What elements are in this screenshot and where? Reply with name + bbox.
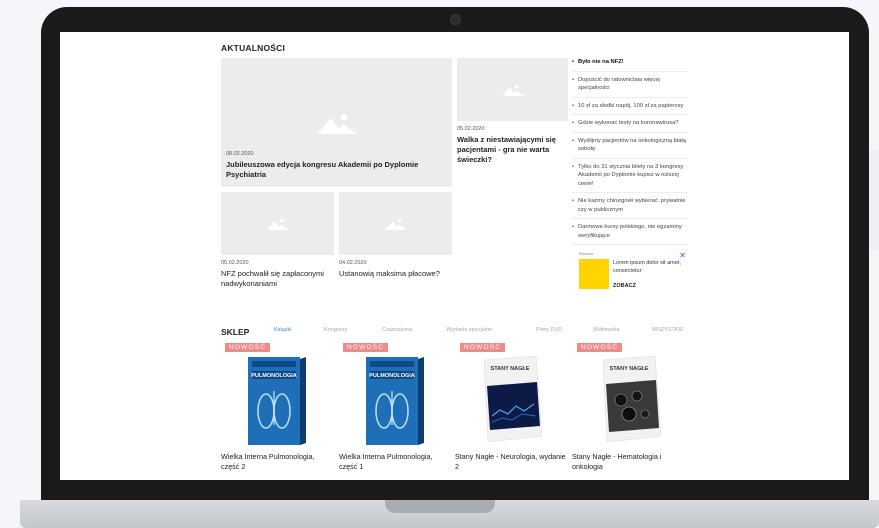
svg-text:PULMONOLOGIA: PULMONOLOGIA — [369, 373, 415, 379]
advertisement[interactable]: Reklama ✕ Lorem ipsum dolor sit amet, co… — [578, 250, 688, 292]
book-cover[interactable]: PULMONOLOGIA — [246, 353, 306, 447]
sidebar-news-item[interactable]: • Darmowe kursy polskiego, nie egzaminy w… — [572, 219, 688, 245]
shop-section-title: SKLEP — [221, 327, 250, 337]
article-image-2[interactable] — [457, 58, 568, 121]
ad-cta-button[interactable]: ZOBACZ — [613, 283, 636, 289]
laptop-screen: AKTUALNOŚCI 08.02.2020 Jubileuszowa edyc… — [60, 32, 849, 480]
article-headline[interactable]: Ustanowią maksima płacowe? — [339, 269, 452, 279]
image-placeholder-icon — [266, 218, 289, 230]
sidebar-news-item[interactable]: • Nie każmy chirurgowi wybierać: prywatni… — [572, 193, 688, 219]
book-cover[interactable]: PULMONOLOGIA — [364, 353, 424, 447]
article-date: 04.02.2020 — [339, 260, 367, 266]
laptop-notch — [385, 500, 495, 513]
article-image-1[interactable]: 08.02.2020 Jubileuszowa edycja kongresu … — [221, 58, 452, 187]
new-badge: NOWOŚĆ — [577, 343, 623, 352]
sidebar-news-item[interactable]: • Gdzie wykonać testy na koronawirusa? — [572, 115, 688, 133]
svg-text:PULMONOLOGIA: PULMONOLOGIA — [251, 373, 297, 379]
new-badge: NOWOŚĆ — [460, 343, 506, 352]
book-cover[interactable]: STANY NAGŁE — [599, 356, 661, 442]
book-cover[interactable]: STANY NAGŁE — [480, 356, 542, 442]
product-name[interactable]: Wielka Interna Pulmonologia, część 1 — [339, 452, 449, 472]
tab-journals[interactable]: Czasopisma — [382, 327, 412, 333]
article-date: 08.02.2020 — [226, 151, 254, 157]
product-name[interactable]: Wielka Interna Pulmonologia, część 2 — [221, 452, 331, 472]
sidebar-news-item[interactable]: • Dopuścić do ratownictwa więcej specjaln… — [572, 72, 688, 98]
sidebar-news-item[interactable]: • Tylko do 31 stycznia bilety na 3 kongre… — [572, 159, 688, 193]
tab-multimedia[interactable]: Multimedia — [593, 327, 620, 333]
article-image-3[interactable] — [221, 192, 334, 255]
sidebar-news-item[interactable]: • Było nie na NFZ! — [572, 54, 688, 72]
close-icon[interactable]: ✕ — [679, 251, 686, 260]
laptop-camera — [450, 14, 461, 25]
image-placeholder-icon — [384, 218, 407, 230]
ad-label: Reklama — [579, 252, 593, 256]
tab-dvd[interactable]: Filmy DVD — [536, 327, 562, 333]
image-placeholder-icon — [501, 84, 524, 96]
svg-text:STANY NAGŁE: STANY NAGŁE — [491, 366, 530, 372]
news-section-title: AKTUALNOŚCI — [221, 43, 286, 53]
tab-all[interactable]: WSZYSTKIE — [652, 327, 684, 333]
new-badge: NOWOŚĆ — [343, 343, 389, 352]
product-name[interactable]: Stany Nagłe - Hematologia i onkologia — [572, 452, 684, 472]
sidebar-news-item[interactable]: • Wyślijmy pacjentów na onkologiczną biał… — [572, 133, 688, 159]
article-headline[interactable]: Walka z niestawiającymi się pacjentami -… — [457, 135, 567, 165]
news-sidebar-list: • Było nie na NFZ! • Dopuścić do ratownict… — [572, 54, 688, 245]
article-headline[interactable]: Jubileuszowa edycja kongresu Akademii po… — [226, 160, 446, 180]
svg-text:STANY NAGŁE: STANY NAGŁE — [610, 366, 649, 372]
ad-logo — [579, 259, 609, 289]
article-date: 05.02.2020 — [457, 126, 485, 132]
article-headline[interactable]: NFZ pochwalił się zapłaconymi nadwykonan… — [221, 269, 334, 289]
article-image-4[interactable] — [339, 192, 452, 255]
tab-congresses[interactable]: Kongresy — [324, 327, 347, 333]
tab-books[interactable]: Książki — [274, 327, 291, 333]
product-name[interactable]: Stany Nagłe - Neurologia, wydanie 2 — [455, 452, 567, 472]
image-placeholder-icon — [316, 113, 357, 134]
article-date: 05.02.2020 — [221, 260, 249, 266]
sidebar-news-item[interactable]: • 10 zł za słodki napój, 100 zł za papier… — [572, 98, 688, 115]
ad-text: Lorem ipsum dolor sit amet, consectetur — [613, 260, 681, 274]
tab-special-editions[interactable]: Wydania specjalne — [446, 327, 492, 333]
new-badge: NOWOŚĆ — [225, 343, 271, 352]
